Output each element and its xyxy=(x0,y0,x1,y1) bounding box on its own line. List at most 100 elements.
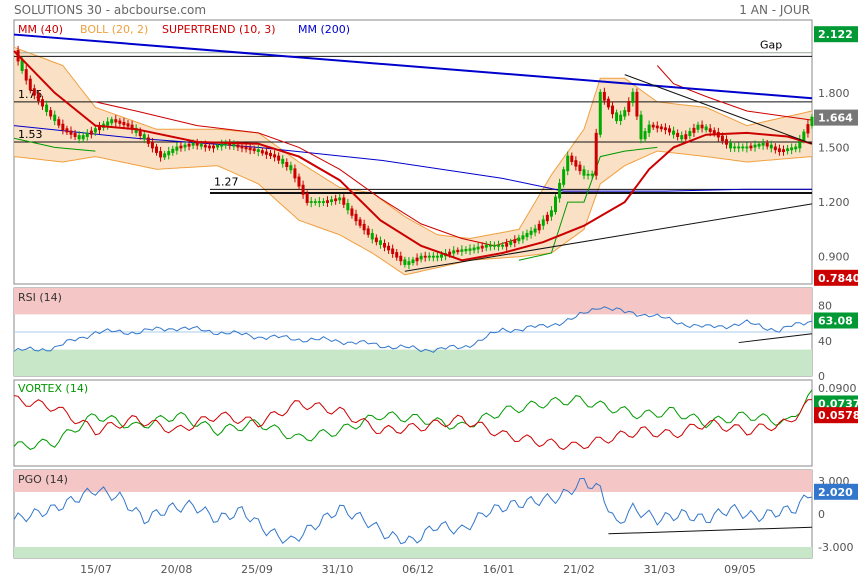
legend-supertrend: SUPERTREND (10, 3) xyxy=(162,23,276,36)
candle-body xyxy=(358,219,362,226)
pgo-tick-label: 0 xyxy=(818,508,825,521)
candle-body xyxy=(195,142,199,146)
candle-body xyxy=(419,255,423,260)
candle-body xyxy=(256,149,260,152)
candle-body xyxy=(183,144,187,148)
rsi-oversold-zone xyxy=(14,349,812,376)
candle-body xyxy=(260,150,264,154)
rsi-panel: 0408063.08 xyxy=(13,288,858,383)
candle-body xyxy=(765,142,769,147)
candle-body xyxy=(651,124,655,128)
price-tick-label: 1.500 xyxy=(818,141,850,154)
candle-body xyxy=(57,119,61,126)
candle-body xyxy=(403,259,407,265)
candle-body xyxy=(289,165,293,171)
candle-body xyxy=(749,145,753,149)
last-high-badge: 2.122 xyxy=(818,28,853,41)
candle-body xyxy=(207,145,211,149)
candle-body xyxy=(472,247,476,251)
candle-body xyxy=(663,127,667,131)
candle-body xyxy=(431,255,435,258)
stock-chart: SOLUTIONS 30 - abcbourse.com 1 AN - JOUR… xyxy=(13,3,860,576)
candle-body xyxy=(545,214,549,222)
level-label: 1.53 xyxy=(18,128,43,141)
candle-body xyxy=(598,91,602,135)
candle-body xyxy=(199,143,203,147)
candle-body xyxy=(395,252,399,258)
period-label[interactable]: 1 AN - JOUR xyxy=(739,3,810,17)
candle-body xyxy=(346,202,350,211)
candle-body xyxy=(558,182,562,199)
candle-body xyxy=(240,145,244,149)
candle-body xyxy=(570,155,574,163)
candle-body xyxy=(688,131,692,137)
candle-body xyxy=(549,210,553,217)
candle-body xyxy=(606,98,610,108)
candle-body xyxy=(321,201,325,203)
rsi-last-badge: 63.08 xyxy=(818,314,853,327)
candle-body xyxy=(464,248,468,252)
rsi-tick-label: 80 xyxy=(818,300,832,313)
candle-body xyxy=(415,257,419,262)
candle-body xyxy=(769,144,773,149)
candle-body xyxy=(554,196,557,213)
candle-body xyxy=(32,88,36,96)
candle-body xyxy=(330,199,334,203)
candle-body xyxy=(517,237,521,242)
candle-body xyxy=(537,223,541,231)
candle-body xyxy=(435,255,439,258)
candle-body xyxy=(155,146,158,153)
candle-body xyxy=(146,137,150,144)
candle-body xyxy=(309,201,313,203)
legend-bollinger: BOLL (20, 2) xyxy=(80,23,148,36)
candle-body xyxy=(150,141,154,149)
candle-body xyxy=(36,93,40,102)
candle-body xyxy=(264,151,268,155)
candle-body xyxy=(85,132,89,137)
candle-body xyxy=(313,201,317,203)
candle-body xyxy=(317,201,321,203)
x-tick-label: 31/03 xyxy=(644,563,676,576)
candle-body xyxy=(753,144,757,148)
candle-body xyxy=(513,239,517,244)
price-tick-label: 1.200 xyxy=(818,196,850,209)
candle-body xyxy=(281,158,285,164)
candle-body xyxy=(179,145,183,149)
candle-body xyxy=(720,135,724,142)
trendline xyxy=(13,33,813,100)
candle-body xyxy=(647,124,651,133)
candle-body xyxy=(611,105,614,115)
vortex-tick-label: 0.0900 xyxy=(818,382,857,395)
candle-body xyxy=(391,248,395,254)
x-tick-label: 21/02 xyxy=(563,563,595,576)
x-axis: 15/07 20/08 25/09 31/10 06/12 16/01 21/02 31/03… xyxy=(80,563,756,576)
candle-body xyxy=(484,244,488,248)
candle-body xyxy=(407,261,411,265)
candle-body xyxy=(77,135,81,140)
candle-body xyxy=(745,146,749,149)
candle-body xyxy=(293,168,297,179)
candle-body xyxy=(399,255,403,262)
candle-body xyxy=(126,123,130,127)
candle-body xyxy=(639,114,643,140)
rsi-tick-label: 40 xyxy=(818,335,832,348)
candle-body xyxy=(794,146,798,150)
candle-body xyxy=(700,124,704,129)
candle-body xyxy=(761,142,765,146)
candle-body xyxy=(786,148,790,152)
candle-body xyxy=(191,142,195,146)
candle-body xyxy=(619,114,623,122)
candle-body xyxy=(61,123,65,131)
candle-body xyxy=(378,240,382,245)
candle-body xyxy=(49,110,53,117)
candle-body xyxy=(672,130,676,135)
chart-title: SOLUTIONS 30 - abcbourse.com xyxy=(14,3,206,17)
candle-body xyxy=(387,245,391,251)
candle-body xyxy=(110,119,114,124)
legend-vortex: VORTEX (14) xyxy=(18,382,88,395)
candle-body xyxy=(684,134,688,140)
candle-body xyxy=(505,243,509,247)
candle-body xyxy=(269,152,272,157)
candle-body xyxy=(676,132,680,137)
candle-body xyxy=(810,116,814,126)
